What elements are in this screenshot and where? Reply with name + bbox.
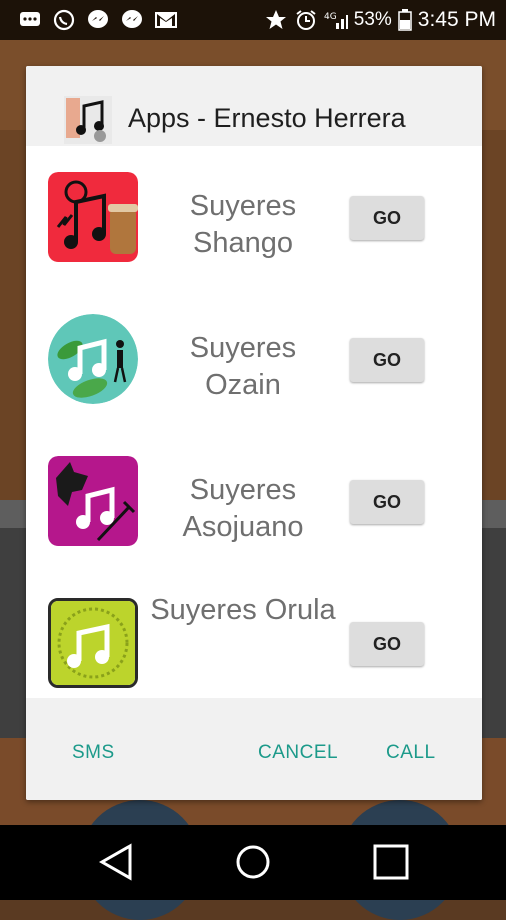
star-icon <box>264 9 288 31</box>
back-icon[interactable] <box>98 843 134 886</box>
svg-text:4G: 4G <box>324 12 337 22</box>
go-button-orula[interactable]: GO <box>350 622 424 666</box>
clock: 3:45 PM <box>417 8 496 31</box>
cancel-button[interactable]: CANCEL <box>258 742 338 764</box>
app-name: Suyeres Asojuano <box>182 474 304 543</box>
sms-button[interactable]: SMS <box>72 742 115 764</box>
status-bar: 4G 53% 3:45 PM <box>0 0 506 40</box>
apps-dialog: Apps - Ernesto Herrera Suyeres Shango GO… <box>26 66 482 800</box>
go-button-asojuano[interactable]: GO <box>350 480 424 524</box>
messenger-icon <box>120 9 144 31</box>
asojuano-dog-icon <box>48 456 138 546</box>
list-item: Suyeres Asojuano GO <box>26 430 482 572</box>
battery-percent: 53% <box>353 9 392 30</box>
signal-icon: 4G <box>324 9 348 31</box>
system-icons: 4G 53% 3:45 PM <box>264 8 496 32</box>
list-item: Suyeres Ozain GO <box>26 288 482 430</box>
orula-icon <box>48 598 138 688</box>
app-name: Suyeres Orula <box>150 594 336 626</box>
navigation-bar <box>0 825 506 900</box>
chat-bubble-icon <box>18 9 42 31</box>
dialog-footer: SMS CANCEL CALL <box>26 698 482 800</box>
app-name: Suyeres Shango <box>189 190 297 259</box>
gmail-icon <box>154 9 178 31</box>
home-icon[interactable] <box>234 843 272 886</box>
list-item: Suyeres Shango GO <box>26 146 482 288</box>
apps-list[interactable]: Suyeres Shango GO Suyeres Ozain GO Suyer… <box>26 146 482 698</box>
list-item: Suyeres Orula GO <box>26 572 482 698</box>
notification-icons <box>18 9 178 31</box>
alarm-icon <box>294 9 318 31</box>
app-logo-icon <box>64 96 112 144</box>
ozain-leaf-icon <box>48 314 138 404</box>
app-name: Suyeres Ozain <box>189 332 297 401</box>
call-button[interactable]: CALL <box>386 742 436 764</box>
dialog-title: Apps - Ernesto Herrera <box>128 103 406 133</box>
shango-drum-icon <box>48 172 138 262</box>
messenger-icon <box>86 9 110 31</box>
recents-icon[interactable] <box>372 843 410 886</box>
battery-icon <box>398 9 412 31</box>
whatsapp-icon <box>52 9 76 31</box>
dialog-header: Apps - Ernesto Herrera <box>26 66 482 146</box>
go-button-ozain[interactable]: GO <box>350 338 424 382</box>
go-button-shango[interactable]: GO <box>350 196 424 240</box>
